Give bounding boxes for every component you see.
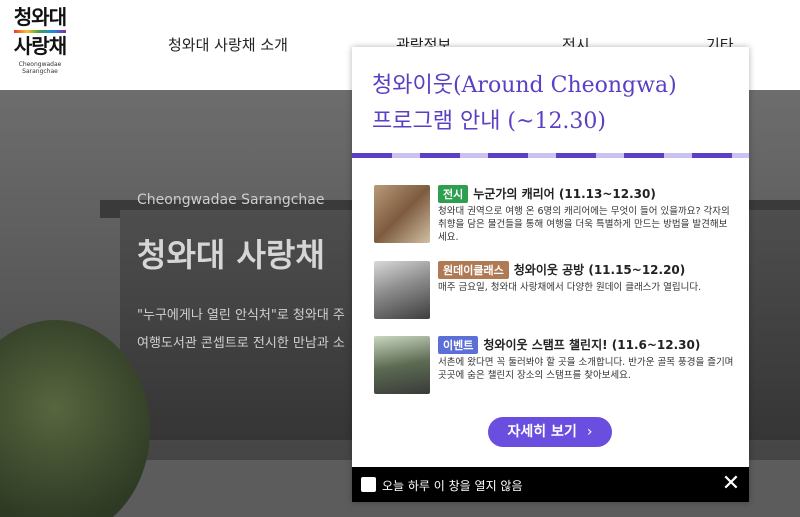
popup-divider-stripe [352, 153, 749, 158]
hero-description-line1: "누구에게나 열린 안식처"로 청와대 주 [137, 308, 345, 323]
logo-text-line2: 사랑채 [13, 34, 67, 58]
nav-item-intro[interactable]: 청와대 사랑채 소개 [168, 34, 288, 55]
chevron-right-icon: › [586, 424, 593, 440]
program-desc-workshop: 매주 금요일, 청와대 사랑채에서 다양한 원데이 클래스가 열립니다. [438, 282, 702, 293]
program-title-carrier: 누군가의 캐리어 (11.13~12.30) [473, 187, 656, 201]
logo-color-bar [14, 30, 66, 33]
program-title-stamp: 청와이웃 스탬프 챌린지! (11.6~12.30) [483, 338, 701, 352]
close-icon[interactable]: ✕ [719, 472, 743, 496]
program-desc-stamp: 서촌에 왔다면 꼭 둘러봐야 할 곳을 소개합니다. 반가운 골목 풍경을 즐기… [438, 357, 734, 381]
program-thumbnail-stamp [374, 336, 430, 394]
logo-text-line1: 청와대 [13, 5, 67, 29]
more-details-button[interactable]: 자세히 보기 › [488, 417, 612, 447]
tag-event: 이벤트 [438, 336, 479, 354]
program-desc-carrier: 청와대 권역으로 여행 온 6명의 캐리어에는 무엇이 들어 있을까요? 각자의… [438, 206, 730, 243]
hero-description-line2: 여행도서관 콘셉트로 전시한 만남과 소 [137, 336, 345, 351]
program-title-workshop: 청와이웃 공방 (11.15~12.20) [513, 263, 686, 277]
site-logo[interactable]: 청와대 사랑채 Cheongwadae Sarangchae [6, 6, 74, 76]
dont-show-today-checkbox[interactable] [361, 477, 376, 492]
logo-subtext: Cheongwadae Sarangchae [18, 61, 62, 75]
tag-oneday-class: 원데이클래스 [438, 261, 509, 279]
program-thumbnail-carrier [374, 185, 430, 243]
popup-title-line2: 프로그램 안내 (~12.30) [372, 109, 607, 134]
program-thumbnail-workshop [374, 261, 430, 319]
hero-subtitle: Cheongwadae Sarangchae [137, 192, 325, 208]
dont-show-today-label[interactable]: 오늘 하루 이 창을 열지 않음 [382, 477, 523, 494]
more-details-label: 자세히 보기 [507, 424, 577, 440]
program-popup: 청와이웃(Around Cheongwa) 프로그램 안내 (~12.30) 전… [352, 47, 749, 502]
popup-footer: 오늘 하루 이 창을 열지 않음 ✕ [352, 467, 749, 502]
popup-title-line1: 청와이웃(Around Cheongwa) [372, 73, 677, 98]
hero-title: 청와대 사랑채 [137, 236, 325, 274]
tag-exhibition: 전시 [438, 185, 469, 203]
